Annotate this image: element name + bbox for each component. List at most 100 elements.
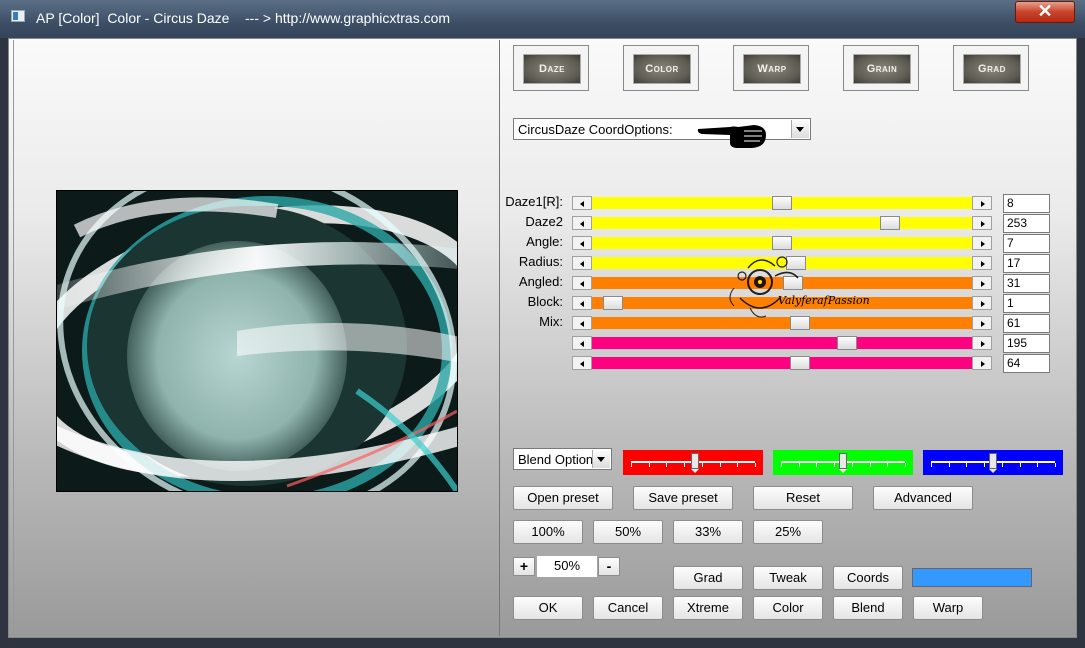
arrow-left-icon[interactable] — [572, 356, 592, 370]
param-label: Daze2 — [525, 214, 563, 229]
param-slider[interactable] — [572, 216, 992, 230]
slider-thumb[interactable] — [691, 453, 700, 473]
slider-track[interactable] — [592, 357, 972, 369]
ok-button[interactable]: OK — [513, 596, 583, 620]
param-value-field[interactable]: 195 — [1003, 334, 1050, 353]
color-swatch[interactable] — [912, 568, 1032, 587]
zoom-out-button[interactable]: - — [598, 557, 620, 576]
open-preset-button[interactable]: Open preset — [513, 486, 613, 510]
slider-tick — [755, 463, 756, 467]
svg-text:ValyferafPassion: ValyferafPassion — [778, 294, 870, 307]
zoom-100-button[interactable]: 100% — [513, 520, 583, 544]
color-button[interactable]: Color — [753, 596, 823, 620]
slider-thumb[interactable] — [602, 296, 623, 310]
slider-tick — [666, 463, 668, 467]
blend-option-select[interactable]: Blend Option — [513, 448, 612, 470]
arrow-right-icon[interactable] — [972, 316, 992, 330]
arrow-left-icon[interactable] — [572, 296, 592, 310]
arrow-left-icon[interactable] — [572, 276, 592, 290]
zoom-in-button[interactable]: + — [513, 557, 535, 576]
param-slider[interactable] — [572, 356, 992, 370]
arrow-right-icon[interactable] — [972, 296, 992, 310]
param-value-field[interactable]: 64 — [1003, 354, 1050, 373]
arrow-left-icon[interactable] — [572, 316, 592, 330]
zoom-33-button[interactable]: 33% — [673, 520, 743, 544]
slider-tick — [701, 463, 703, 467]
slider-thumb[interactable] — [790, 356, 810, 370]
arrow-right-icon[interactable] — [972, 276, 992, 290]
cancel-button[interactable]: Cancel — [593, 596, 663, 620]
chevron-down-icon[interactable] — [791, 120, 809, 138]
slider-track[interactable] — [592, 217, 972, 229]
slider-thumb[interactable] — [989, 453, 997, 473]
close-button[interactable]: ✕ — [1015, 1, 1075, 23]
arrow-left-icon[interactable] — [572, 236, 592, 250]
slider-tick — [1001, 463, 1003, 467]
tab-grain[interactable]: Grain — [843, 45, 919, 91]
save-preset-button[interactable]: Save preset — [633, 486, 733, 510]
tweak-button[interactable]: Tweak — [753, 566, 823, 590]
grad-button[interactable]: Grad — [673, 566, 743, 590]
param-slider[interactable] — [572, 336, 992, 350]
param-value-field[interactable]: 31 — [1003, 274, 1050, 293]
slider-tick — [648, 463, 650, 467]
tab-daze[interactable]: Daze — [513, 45, 589, 91]
slider-thumb[interactable] — [839, 453, 847, 473]
slider-thumb[interactable] — [772, 196, 792, 210]
blue-slider[interactable] — [923, 450, 1063, 475]
tab-grad[interactable]: Grad — [953, 45, 1029, 91]
arrow-left-icon[interactable] — [572, 336, 592, 350]
param-slider[interactable] — [572, 196, 992, 210]
pointing-hand-icon — [697, 125, 766, 148]
slider-tick — [948, 463, 950, 467]
param-value-field[interactable]: 8 — [1003, 194, 1050, 213]
reset-button[interactable]: Reset — [753, 486, 853, 510]
param-value-field[interactable]: 17 — [1003, 254, 1050, 273]
param-value-field[interactable]: 253 — [1003, 214, 1050, 233]
xtreme-button[interactable]: Xtreme — [673, 596, 743, 620]
chevron-down-icon[interactable] — [592, 450, 610, 468]
tab-warp[interactable]: Warp — [733, 45, 809, 91]
slider-thumb[interactable] — [880, 216, 900, 230]
arrow-right-icon[interactable] — [972, 236, 992, 250]
green-slider[interactable] — [773, 450, 913, 475]
red-slider[interactable] — [623, 450, 763, 475]
arrow-left-icon[interactable] — [572, 196, 592, 210]
slider-tick — [1055, 463, 1056, 467]
tab-daze-label: Daze — [523, 54, 581, 84]
slider-tick — [1037, 463, 1039, 467]
warp-button[interactable]: Warp — [913, 596, 983, 620]
slider-tick — [869, 463, 871, 467]
param-value-field[interactable]: 1 — [1003, 294, 1050, 313]
watermark-logo: ValyferafPassion — [729, 256, 870, 318]
advanced-button[interactable]: Advanced — [873, 486, 973, 510]
arrow-right-icon[interactable] — [972, 196, 992, 210]
slider-tick — [834, 463, 836, 467]
slider-tick — [931, 463, 932, 467]
arrow-right-icon[interactable] — [972, 216, 992, 230]
param-label: Mix: — [539, 314, 563, 329]
param-label: Angle: — [526, 234, 563, 249]
preview-image — [56, 190, 458, 492]
slider-thumb[interactable] — [836, 336, 857, 350]
blend-button[interactable]: Blend — [833, 596, 903, 620]
arrow-left-icon[interactable] — [572, 216, 592, 230]
arrow-right-icon[interactable] — [972, 356, 992, 370]
slider-track[interactable] — [592, 337, 972, 349]
arrow-right-icon[interactable] — [972, 256, 992, 270]
blend-option-value: Blend Option — [518, 452, 594, 467]
zoom-25-button[interactable]: 25% — [753, 520, 823, 544]
param-label: Radius: — [518, 254, 563, 269]
zoom-50-button[interactable]: 50% — [593, 520, 663, 544]
slider-tick — [798, 463, 800, 467]
param-value-field[interactable]: 7 — [1003, 234, 1050, 253]
slider-tick — [887, 463, 889, 467]
arrow-right-icon[interactable] — [972, 336, 992, 350]
param-value-field[interactable]: 61 — [1003, 314, 1050, 333]
arrow-left-icon[interactable] — [572, 256, 592, 270]
slider-tick — [1019, 463, 1021, 467]
tab-grain-label: Grain — [853, 54, 911, 84]
slider-tick — [966, 463, 968, 467]
coords-button[interactable]: Coords — [833, 566, 903, 590]
tab-color[interactable]: Color — [623, 45, 699, 91]
